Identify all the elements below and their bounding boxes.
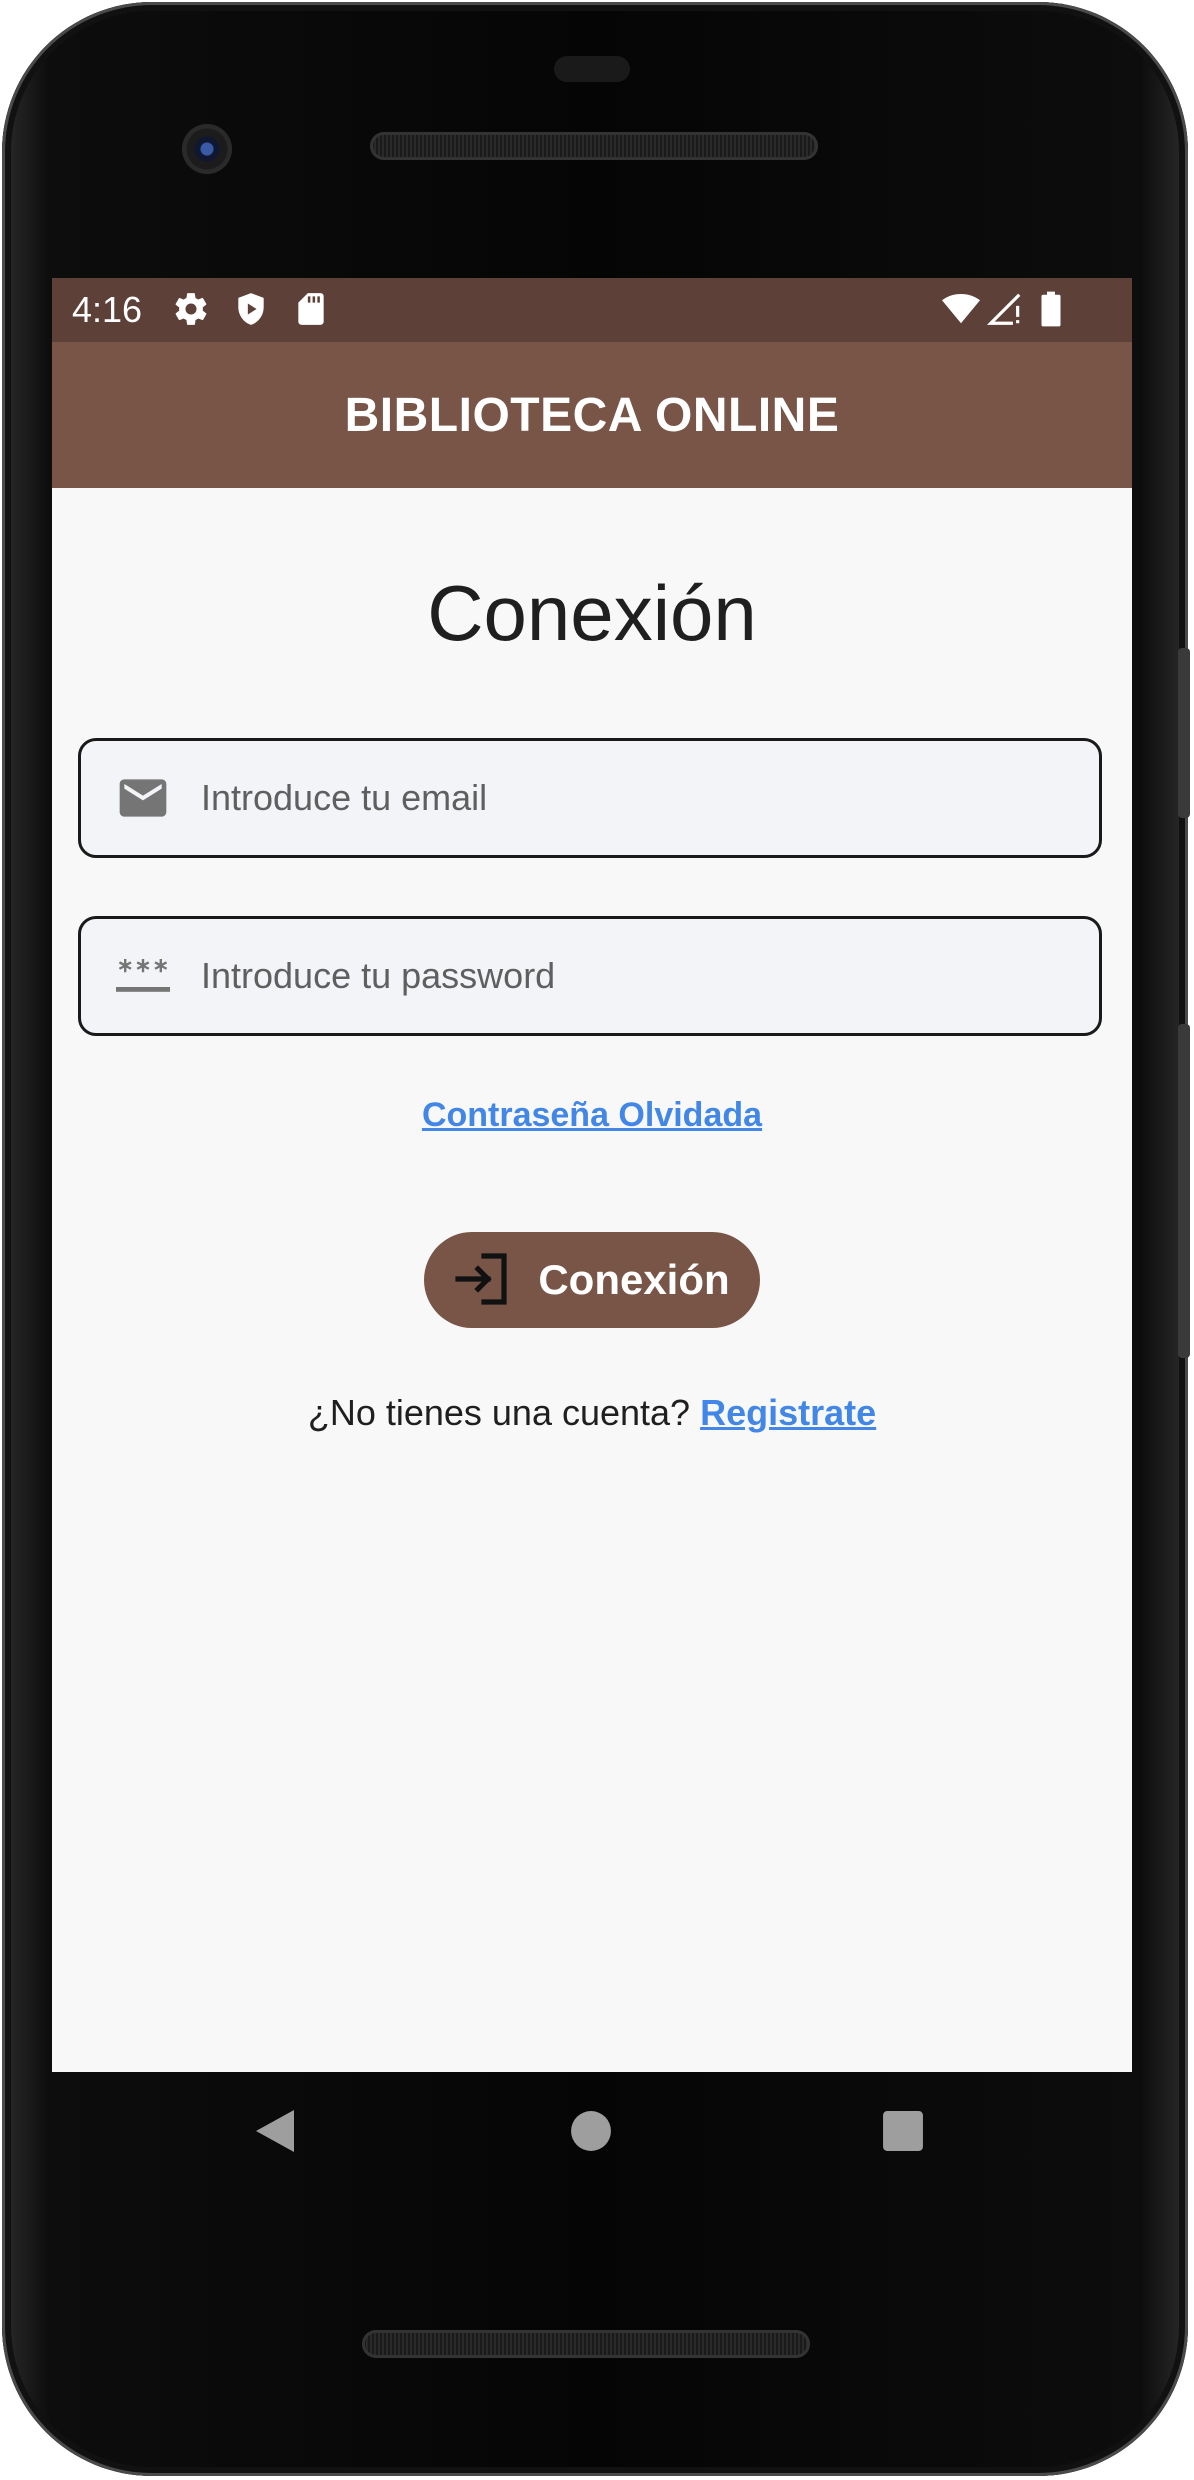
sd-card-icon	[292, 290, 330, 333]
navigation-bar	[52, 2072, 1132, 2202]
register-prompt: ¿No tienes una cuenta?	[307, 1392, 691, 1433]
forgot-password-link[interactable]: Contraseña Olvidada	[52, 1096, 1132, 1135]
email-field[interactable]	[78, 738, 1102, 858]
back-icon[interactable]	[254, 2108, 296, 2159]
page-title: Conexión	[427, 569, 757, 657]
password-input[interactable]	[201, 955, 1051, 997]
login-button[interactable]: Conexión	[424, 1232, 760, 1328]
recents-icon[interactable]	[882, 2110, 924, 2157]
register-line: ¿No tienes una cuenta? Registrate	[52, 1392, 1132, 1434]
power-button	[1178, 648, 1190, 818]
cellular-no-signal-icon	[986, 290, 1024, 333]
shield-play-icon	[232, 290, 270, 333]
status-time: 4:16	[72, 289, 143, 330]
register-link[interactable]: Registrate	[700, 1392, 876, 1433]
login-icon	[454, 1252, 512, 1309]
earpiece-speaker	[370, 132, 818, 160]
email-icon	[113, 770, 173, 826]
email-input[interactable]	[201, 777, 1051, 819]
home-icon[interactable]	[570, 2110, 612, 2157]
app-bar: BIBLIOTECA ONLINE	[52, 342, 1132, 488]
volume-button	[1178, 1024, 1190, 1358]
password-field[interactable]	[78, 916, 1102, 1036]
screen: 4:16 BIBLIOTECA ONLINE Conexión Introduc…	[52, 278, 1132, 2072]
status-bar: 4:16	[52, 278, 1132, 342]
gear-icon	[172, 290, 210, 333]
app-title: BIBLIOTECA ONLINE	[344, 388, 840, 442]
password-icon	[113, 956, 173, 996]
battery-icon	[1038, 290, 1064, 333]
proximity-sensor	[554, 56, 630, 82]
login-button-label: Conexión	[538, 1256, 730, 1303]
wifi-icon	[940, 290, 982, 333]
bottom-speaker	[362, 2330, 810, 2358]
front-camera	[182, 124, 232, 174]
